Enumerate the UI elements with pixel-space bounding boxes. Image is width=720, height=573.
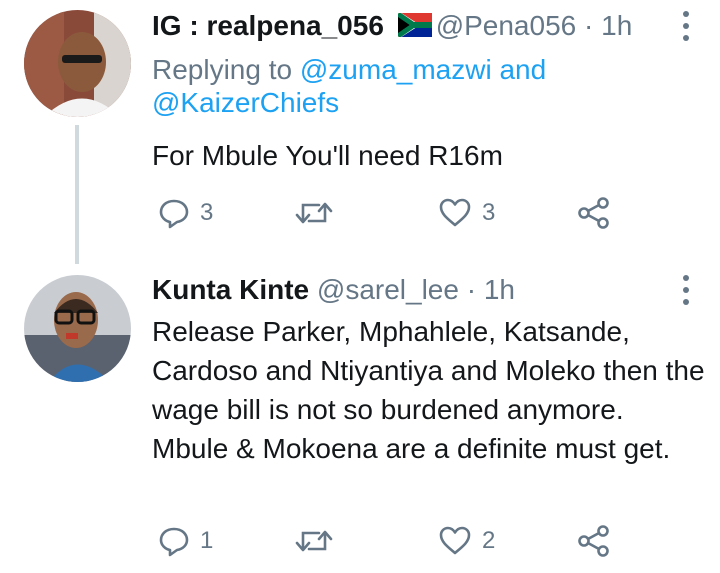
- mention-link[interactable]: @KaizerChiefs: [152, 87, 339, 118]
- handle[interactable]: @Pena056: [436, 10, 577, 41]
- avatar[interactable]: [24, 10, 131, 117]
- tweet-header: Kunta Kinte @sarel_lee · 1h: [152, 274, 672, 306]
- tweet-text: Release Parker, Mphahlele, Katsande, Car…: [152, 316, 705, 464]
- reply-icon: [159, 527, 189, 557]
- display-name[interactable]: IG : realpena_056: [152, 10, 384, 41]
- share-icon: [578, 525, 609, 557]
- display-name[interactable]: Kunta Kinte: [152, 274, 309, 305]
- tweet-text: For Mbule You'll need R16m: [152, 140, 503, 171]
- south-africa-flag-icon: [396, 11, 433, 44]
- reply-button[interactable]: 1: [158, 521, 213, 561]
- tweet-header: IG : realpena_056 @Pena056 · 1h: [152, 10, 672, 44]
- tweet-actions: 3 3: [152, 193, 672, 233]
- retweet-icon: [295, 530, 333, 552]
- like-count: 3: [482, 199, 496, 226]
- tweet-1[interactable]: IG : realpena_056 @Pena056 · 1h Replying…: [0, 0, 720, 265]
- share-button[interactable]: [577, 193, 611, 233]
- heart-icon: [439, 526, 471, 555]
- separator-dot: ·: [466, 274, 477, 305]
- replying-prefix: Replying to: [152, 54, 293, 85]
- heart-icon: [439, 198, 471, 227]
- reply-button[interactable]: 3: [158, 193, 213, 233]
- thread-line: [75, 125, 79, 264]
- tweet-actions: 1 2: [152, 521, 672, 561]
- separator-dot: ·: [584, 10, 594, 41]
- like-button[interactable]: 2: [438, 521, 495, 561]
- like-count: 2: [482, 527, 496, 554]
- handle[interactable]: @sarel_lee: [317, 274, 459, 305]
- like-button[interactable]: 3: [438, 193, 495, 233]
- tweet-2[interactable]: Kunta Kinte @sarel_lee · 1h Release Park…: [0, 265, 720, 573]
- more-options-icon[interactable]: [676, 273, 696, 307]
- retweet-button[interactable]: [294, 521, 344, 561]
- retweet-button[interactable]: [294, 193, 344, 233]
- share-button[interactable]: [577, 521, 611, 561]
- avatar[interactable]: [24, 275, 131, 382]
- retweet-icon: [295, 202, 333, 224]
- share-icon: [578, 197, 609, 229]
- replying-to: Replying to @zuma_mazwi and @KaizerChief…: [152, 53, 546, 119]
- reply-count: 1: [200, 527, 214, 554]
- reply-count: 3: [200, 199, 214, 226]
- timestamp[interactable]: 1h: [601, 10, 632, 41]
- more-options-icon[interactable]: [676, 9, 696, 43]
- mention-link[interactable]: @zuma_mazwi: [300, 54, 492, 85]
- replying-and: and: [499, 54, 547, 85]
- timestamp[interactable]: 1h: [484, 274, 515, 305]
- reply-icon: [159, 199, 189, 229]
